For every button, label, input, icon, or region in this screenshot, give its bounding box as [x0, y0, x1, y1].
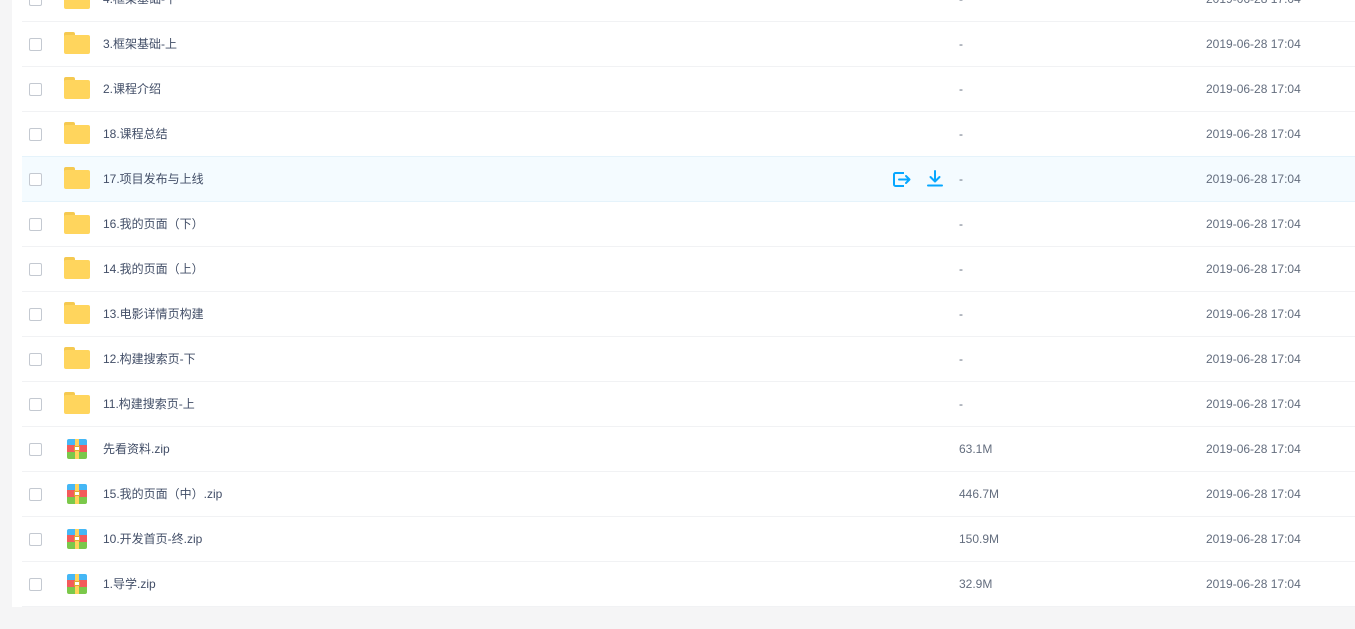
file-size: 32.9M: [959, 577, 993, 591]
file-size: -: [959, 172, 963, 186]
file-name-link[interactable]: 16.我的页面（下）: [103, 217, 204, 231]
folder-icon: [64, 212, 90, 234]
row-checkbox[interactable]: [29, 0, 42, 6]
zip-file-icon: [67, 529, 87, 549]
modified-date: 2019-06-28 17:04: [1206, 577, 1301, 591]
file-row[interactable]: 11.构建搜索页-上 - 2019-06-28 17:04: [22, 382, 1355, 427]
file-name-link[interactable]: 3.框架基础-上: [103, 37, 177, 51]
file-name-link[interactable]: 先看资料.zip: [103, 442, 170, 456]
zip-file-icon: [67, 574, 87, 594]
row-checkbox[interactable]: [29, 173, 42, 186]
file-size: -: [959, 127, 963, 141]
modified-date: 2019-06-28 17:04: [1206, 532, 1301, 546]
file-size: -: [959, 397, 963, 411]
folder-icon: [64, 122, 90, 144]
modified-date: 2019-06-28 17:04: [1206, 487, 1301, 501]
folder-icon: [64, 257, 90, 279]
file-name-link[interactable]: 17.项目发布与上线: [103, 172, 204, 186]
modified-date: 2019-06-28 17:04: [1206, 0, 1301, 6]
modified-date: 2019-06-28 17:04: [1206, 307, 1301, 321]
folder-icon: [64, 0, 90, 9]
folder-icon: [64, 347, 90, 369]
file-row[interactable]: 12.构建搜索页-下 - 2019-06-28 17:04: [22, 337, 1355, 382]
row-checkbox[interactable]: [29, 128, 42, 141]
row-checkbox[interactable]: [29, 578, 42, 591]
folder-icon: [64, 77, 90, 99]
file-list-panel: 4.框架基础-下 - 2019-06-28 17:04 3.框架基础-上 - 2019-0…: [12, 0, 1355, 607]
folder-icon: [64, 392, 90, 414]
file-size: -: [959, 262, 963, 276]
modified-date: 2019-06-28 17:04: [1206, 37, 1301, 51]
file-size: -: [959, 0, 963, 6]
file-size: 150.9M: [959, 532, 1000, 546]
file-size: -: [959, 37, 963, 51]
file-row[interactable]: 13.电影详情页构建 - 2019-06-28 17:04: [22, 292, 1355, 337]
modified-date: 2019-06-28 17:04: [1206, 217, 1301, 231]
row-checkbox[interactable]: [29, 308, 42, 321]
file-name-link[interactable]: 2.课程介绍: [103, 82, 161, 96]
folder-icon: [64, 302, 90, 324]
file-list: 4.框架基础-下 - 2019-06-28 17:04 3.框架基础-上 - 2019-0…: [22, 0, 1355, 607]
row-checkbox[interactable]: [29, 263, 42, 276]
file-size: -: [959, 217, 963, 231]
file-row[interactable]: 2.课程介绍 - 2019-06-28 17:04: [22, 67, 1355, 112]
file-size: -: [959, 352, 963, 366]
file-name-link[interactable]: 18.课程总结: [103, 127, 168, 141]
row-checkbox[interactable]: [29, 218, 42, 231]
file-name-link[interactable]: 4.框架基础-下: [103, 0, 177, 6]
share-icon[interactable]: [892, 170, 912, 188]
row-checkbox[interactable]: [29, 398, 42, 411]
file-name-link[interactable]: 11.构建搜索页-上: [103, 397, 195, 411]
file-name-link[interactable]: 12.构建搜索页-下: [103, 352, 196, 366]
file-name-link[interactable]: 15.我的页面（中）.zip: [103, 487, 222, 501]
modified-date: 2019-06-28 17:04: [1206, 442, 1301, 456]
file-row[interactable]: 18.课程总结 - 2019-06-28 17:04: [22, 112, 1355, 157]
file-row[interactable]: 14.我的页面（上） - 2019-06-28 17:04: [22, 247, 1355, 292]
file-row[interactable]: 17.项目发布与上线 - 2019-06-28 17:04: [22, 156, 1355, 202]
folder-icon: [64, 32, 90, 54]
file-row[interactable]: 先看资料.zip 63.1M 2019-06-28 17:04: [22, 427, 1355, 472]
modified-date: 2019-06-28 17:04: [1206, 352, 1301, 366]
file-row[interactable]: 10.开发首页-终.zip 150.9M 2019-06-28 17:04: [22, 517, 1355, 562]
modified-date: 2019-06-28 17:04: [1206, 82, 1301, 96]
file-row[interactable]: 4.框架基础-下 - 2019-06-28 17:04: [22, 0, 1355, 22]
file-name-link[interactable]: 14.我的页面（上）: [103, 262, 204, 276]
row-checkbox[interactable]: [29, 533, 42, 546]
zip-file-icon: [67, 484, 87, 504]
file-name-link[interactable]: 13.电影详情页构建: [103, 307, 204, 321]
modified-date: 2019-06-28 17:04: [1206, 172, 1301, 186]
file-name-link[interactable]: 10.开发首页-终.zip: [103, 532, 202, 546]
file-size: -: [959, 82, 963, 96]
download-icon[interactable]: [925, 170, 945, 188]
row-checkbox[interactable]: [29, 488, 42, 501]
file-size: 63.1M: [959, 442, 993, 456]
file-row[interactable]: 16.我的页面（下） - 2019-06-28 17:04: [22, 202, 1355, 247]
modified-date: 2019-06-28 17:04: [1206, 397, 1301, 411]
file-row[interactable]: 15.我的页面（中）.zip 446.7M 2019-06-28 17:04: [22, 472, 1355, 517]
modified-date: 2019-06-28 17:04: [1206, 127, 1301, 141]
file-size: -: [959, 307, 963, 321]
row-checkbox[interactable]: [29, 353, 42, 366]
row-checkbox[interactable]: [29, 83, 42, 96]
file-row[interactable]: 3.框架基础-上 - 2019-06-28 17:04: [22, 22, 1355, 67]
folder-icon: [64, 167, 90, 189]
file-row[interactable]: 1.导学.zip 32.9M 2019-06-28 17:04: [22, 562, 1355, 607]
zip-file-icon: [67, 439, 87, 459]
file-name-link[interactable]: 1.导学.zip: [103, 577, 156, 591]
row-checkbox[interactable]: [29, 443, 42, 456]
file-size: 446.7M: [959, 487, 1000, 501]
modified-date: 2019-06-28 17:04: [1206, 262, 1301, 276]
row-checkbox[interactable]: [29, 38, 42, 51]
